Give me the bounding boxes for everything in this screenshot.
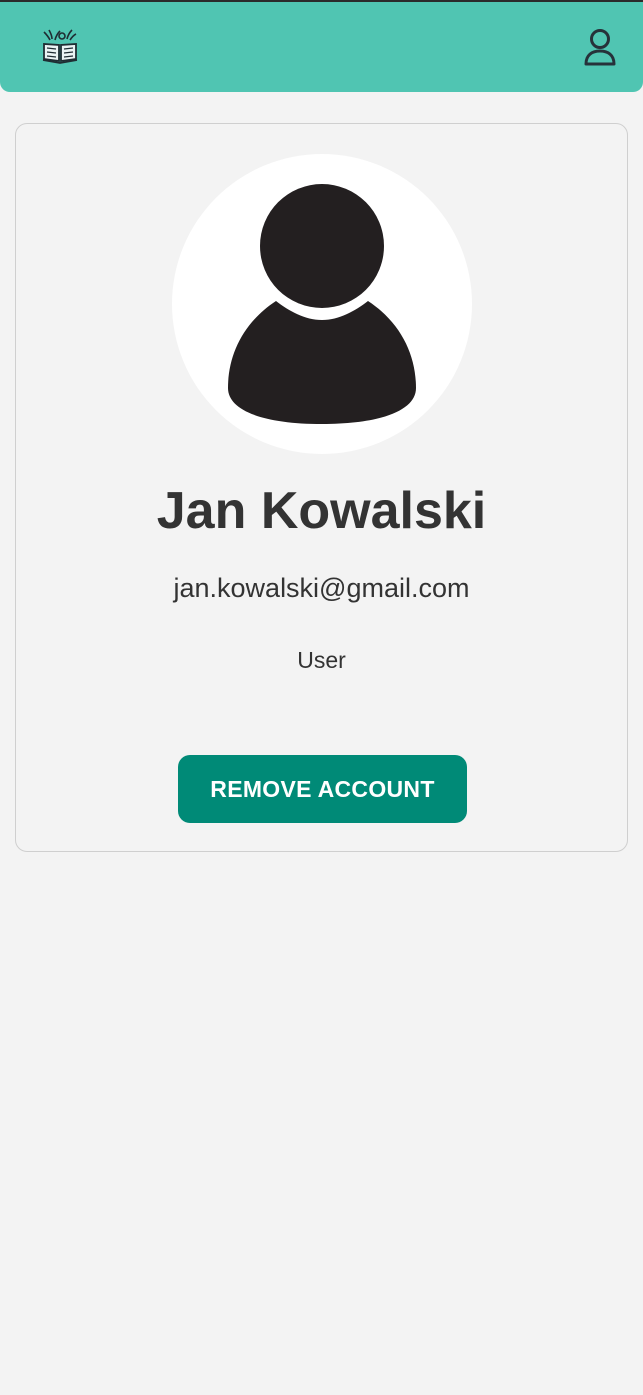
avatar: [172, 154, 472, 454]
user-outline-icon[interactable]: [579, 27, 621, 69]
user-email: jan.kowalski@gmail.com: [173, 573, 470, 603]
user-silhouette-icon: [228, 184, 416, 424]
remove-account-button[interactable]: REMOVE ACCOUNT: [178, 755, 467, 823]
app-header: [0, 2, 643, 92]
user-role: User: [297, 647, 346, 673]
open-book-icon[interactable]: [40, 26, 80, 66]
user-name: Jan Kowalski: [156, 482, 487, 540]
profile-card: Jan Kowalski jan.kowalski@gmail.com User…: [15, 123, 628, 852]
